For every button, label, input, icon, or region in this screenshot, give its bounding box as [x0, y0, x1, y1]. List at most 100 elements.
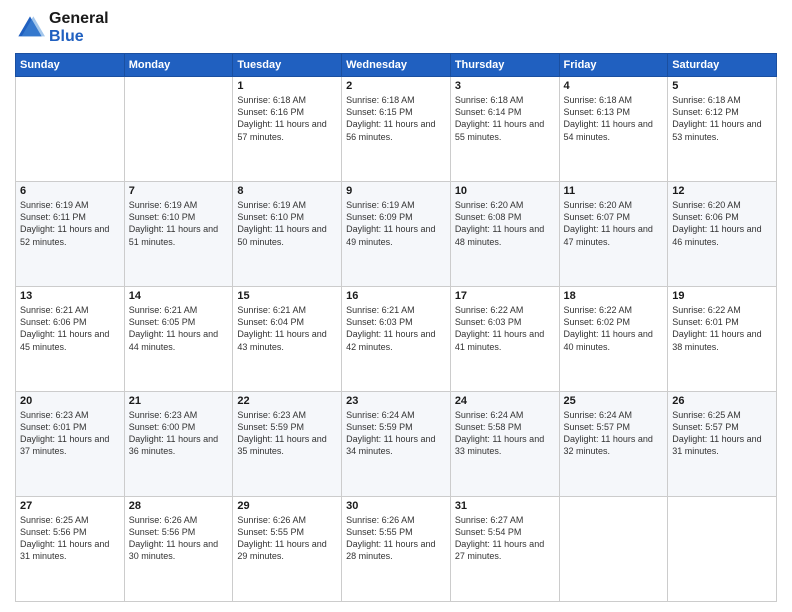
day-number: 20 — [20, 395, 120, 407]
calendar-day-header: Sunday — [16, 54, 125, 77]
calendar-week-row: 20 Sunrise: 6:23 AM Sunset: 6:01 PM Dayli… — [16, 392, 777, 497]
day-number: 15 — [237, 290, 337, 302]
day-info: Sunrise: 6:23 AM Sunset: 6:01 PM Dayligh… — [20, 409, 120, 458]
calendar-table: SundayMondayTuesdayWednesdayThursdayFrid… — [15, 53, 777, 602]
day-number: 14 — [129, 290, 229, 302]
day-number: 26 — [672, 395, 772, 407]
day-number: 27 — [20, 500, 120, 512]
day-info: Sunrise: 6:22 AM Sunset: 6:01 PM Dayligh… — [672, 304, 772, 353]
day-info: Sunrise: 6:25 AM Sunset: 5:57 PM Dayligh… — [672, 409, 772, 458]
day-info: Sunrise: 6:21 AM Sunset: 6:03 PM Dayligh… — [346, 304, 446, 353]
calendar-cell — [16, 77, 125, 182]
day-info: Sunrise: 6:20 AM Sunset: 6:07 PM Dayligh… — [564, 199, 664, 248]
calendar-cell: 9 Sunrise: 6:19 AM Sunset: 6:09 PM Daylig… — [342, 182, 451, 287]
day-number: 17 — [455, 290, 555, 302]
calendar-cell: 31 Sunrise: 6:27 AM Sunset: 5:54 PM Dayli… — [450, 497, 559, 602]
day-info: Sunrise: 6:24 AM Sunset: 5:59 PM Dayligh… — [346, 409, 446, 458]
calendar-cell: 15 Sunrise: 6:21 AM Sunset: 6:04 PM Dayli… — [233, 287, 342, 392]
calendar-cell: 30 Sunrise: 6:26 AM Sunset: 5:55 PM Dayli… — [342, 497, 451, 602]
calendar-cell: 12Sunrise: 6:20 AM Sunset: 6:06 PM Dayli… — [668, 182, 777, 287]
day-info: Sunrise: 6:26 AM Sunset: 5:56 PM Dayligh… — [129, 514, 229, 563]
day-number: 31 — [455, 500, 555, 512]
calendar-week-row: 27 Sunrise: 6:25 AM Sunset: 5:56 PM Dayli… — [16, 497, 777, 602]
day-number: 3 — [455, 80, 555, 92]
calendar-cell: 7Sunrise: 6:19 AM Sunset: 6:10 PM Daylig… — [124, 182, 233, 287]
day-number: 1 — [237, 80, 337, 92]
calendar-cell: 29 Sunrise: 6:26 AM Sunset: 5:55 PM Dayli… — [233, 497, 342, 602]
day-number: 22 — [237, 395, 337, 407]
calendar-cell: 6 Sunrise: 6:19 AM Sunset: 6:11 PM Daylig… — [16, 182, 125, 287]
day-number: 16 — [346, 290, 446, 302]
calendar-cell: 3Sunrise: 6:18 AM Sunset: 6:14 PM Daylig… — [450, 77, 559, 182]
day-number: 30 — [346, 500, 446, 512]
day-number: 25 — [564, 395, 664, 407]
calendar-cell: 22Sunrise: 6:23 AM Sunset: 5:59 PM Dayli… — [233, 392, 342, 497]
day-info: Sunrise: 6:18 AM Sunset: 6:12 PM Dayligh… — [672, 94, 772, 143]
calendar-week-row: 13Sunrise: 6:21 AM Sunset: 6:06 PM Dayli… — [16, 287, 777, 392]
day-number: 23 — [346, 395, 446, 407]
day-info: Sunrise: 6:18 AM Sunset: 6:13 PM Dayligh… — [564, 94, 664, 143]
calendar-cell: 2 Sunrise: 6:18 AM Sunset: 6:15 PM Daylig… — [342, 77, 451, 182]
calendar-cell: 14 Sunrise: 6:21 AM Sunset: 6:05 PM Dayli… — [124, 287, 233, 392]
day-info: Sunrise: 6:19 AM Sunset: 6:11 PM Dayligh… — [20, 199, 120, 248]
day-info: Sunrise: 6:26 AM Sunset: 5:55 PM Dayligh… — [237, 514, 337, 563]
calendar-cell: 23 Sunrise: 6:24 AM Sunset: 5:59 PM Dayli… — [342, 392, 451, 497]
calendar-cell — [124, 77, 233, 182]
calendar-cell: 19Sunrise: 6:22 AM Sunset: 6:01 PM Dayli… — [668, 287, 777, 392]
day-info: Sunrise: 6:24 AM Sunset: 5:57 PM Dayligh… — [564, 409, 664, 458]
calendar-cell: 17 Sunrise: 6:22 AM Sunset: 6:03 PM Dayli… — [450, 287, 559, 392]
day-info: Sunrise: 6:21 AM Sunset: 6:04 PM Dayligh… — [237, 304, 337, 353]
calendar-cell: 10 Sunrise: 6:20 AM Sunset: 6:08 PM Dayli… — [450, 182, 559, 287]
calendar-day-header: Tuesday — [233, 54, 342, 77]
calendar-cell: 28 Sunrise: 6:26 AM Sunset: 5:56 PM Dayli… — [124, 497, 233, 602]
day-info: Sunrise: 6:26 AM Sunset: 5:55 PM Dayligh… — [346, 514, 446, 563]
calendar-week-row: 6 Sunrise: 6:19 AM Sunset: 6:11 PM Daylig… — [16, 182, 777, 287]
day-info: Sunrise: 6:18 AM Sunset: 6:15 PM Dayligh… — [346, 94, 446, 143]
day-info: Sunrise: 6:22 AM Sunset: 6:02 PM Dayligh… — [564, 304, 664, 353]
day-info: Sunrise: 6:19 AM Sunset: 6:10 PM Dayligh… — [129, 199, 229, 248]
day-number: 11 — [564, 185, 664, 197]
calendar-cell: 13Sunrise: 6:21 AM Sunset: 6:06 PM Dayli… — [16, 287, 125, 392]
calendar-cell: 1 Sunrise: 6:18 AM Sunset: 6:16 PM Daylig… — [233, 77, 342, 182]
day-info: Sunrise: 6:19 AM Sunset: 6:10 PM Dayligh… — [237, 199, 337, 248]
calendar-cell: 16 Sunrise: 6:21 AM Sunset: 6:03 PM Dayli… — [342, 287, 451, 392]
day-number: 29 — [237, 500, 337, 512]
calendar-cell: 26 Sunrise: 6:25 AM Sunset: 5:57 PM Dayli… — [668, 392, 777, 497]
calendar-cell: 20 Sunrise: 6:23 AM Sunset: 6:01 PM Dayli… — [16, 392, 125, 497]
day-info: Sunrise: 6:18 AM Sunset: 6:16 PM Dayligh… — [237, 94, 337, 143]
calendar-cell: 25 Sunrise: 6:24 AM Sunset: 5:57 PM Dayli… — [559, 392, 668, 497]
day-number: 10 — [455, 185, 555, 197]
day-number: 6 — [20, 185, 120, 197]
calendar-week-row: 1 Sunrise: 6:18 AM Sunset: 6:16 PM Daylig… — [16, 77, 777, 182]
calendar-day-header: Wednesday — [342, 54, 451, 77]
day-number: 28 — [129, 500, 229, 512]
calendar-day-header: Thursday — [450, 54, 559, 77]
day-number: 8 — [237, 185, 337, 197]
calendar-cell: 4Sunrise: 6:18 AM Sunset: 6:13 PM Daylig… — [559, 77, 668, 182]
day-info: Sunrise: 6:22 AM Sunset: 6:03 PM Dayligh… — [455, 304, 555, 353]
day-info: Sunrise: 6:27 AM Sunset: 5:54 PM Dayligh… — [455, 514, 555, 563]
day-number: 24 — [455, 395, 555, 407]
page: General Blue SundayMondayTuesdayWednesda… — [0, 0, 792, 612]
day-info: Sunrise: 6:24 AM Sunset: 5:58 PM Dayligh… — [455, 409, 555, 458]
calendar-cell: 18Sunrise: 6:22 AM Sunset: 6:02 PM Dayli… — [559, 287, 668, 392]
day-info: Sunrise: 6:20 AM Sunset: 6:08 PM Dayligh… — [455, 199, 555, 248]
day-number: 9 — [346, 185, 446, 197]
day-info: Sunrise: 6:23 AM Sunset: 6:00 PM Dayligh… — [129, 409, 229, 458]
calendar-day-header: Friday — [559, 54, 668, 77]
day-info: Sunrise: 6:25 AM Sunset: 5:56 PM Dayligh… — [20, 514, 120, 563]
day-number: 2 — [346, 80, 446, 92]
calendar-cell — [559, 497, 668, 602]
calendar-cell: 5 Sunrise: 6:18 AM Sunset: 6:12 PM Daylig… — [668, 77, 777, 182]
header: General Blue — [15, 10, 777, 45]
day-info: Sunrise: 6:19 AM Sunset: 6:09 PM Dayligh… — [346, 199, 446, 248]
day-number: 21 — [129, 395, 229, 407]
calendar-cell: 11 Sunrise: 6:20 AM Sunset: 6:07 PM Dayli… — [559, 182, 668, 287]
calendar-cell: 27 Sunrise: 6:25 AM Sunset: 5:56 PM Dayli… — [16, 497, 125, 602]
day-info: Sunrise: 6:21 AM Sunset: 6:05 PM Dayligh… — [129, 304, 229, 353]
calendar-cell: 24 Sunrise: 6:24 AM Sunset: 5:58 PM Dayli… — [450, 392, 559, 497]
day-number: 5 — [672, 80, 772, 92]
day-info: Sunrise: 6:21 AM Sunset: 6:06 PM Dayligh… — [20, 304, 120, 353]
calendar-header-row: SundayMondayTuesdayWednesdayThursdayFrid… — [16, 54, 777, 77]
logo-icon — [15, 13, 45, 43]
